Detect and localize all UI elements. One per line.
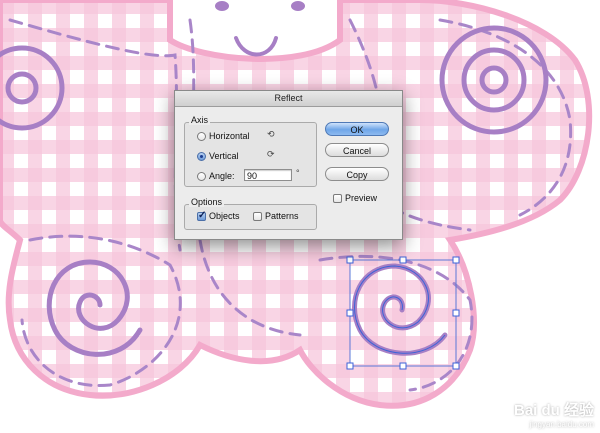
- patterns-checkbox[interactable]: [253, 211, 262, 221]
- reflect-dialog: Reflect Axis Horizontal ⟲ Vertical ⟳ Ang…: [174, 90, 403, 240]
- horizontal-radio-option[interactable]: Horizontal: [197, 131, 250, 141]
- degree-symbol: °: [296, 168, 300, 178]
- vertical-radio[interactable]: [197, 151, 206, 161]
- vertical-label: Vertical: [209, 151, 239, 161]
- preview-checkbox[interactable]: [333, 193, 342, 203]
- angle-label: Angle:: [209, 171, 235, 181]
- preview-checkbox-option[interactable]: Preview: [333, 193, 377, 203]
- options-group-label: Options: [189, 197, 225, 207]
- horizontal-radio[interactable]: [197, 131, 206, 141]
- objects-checkbox-option[interactable]: Objects: [197, 210, 240, 221]
- smiley-face: [215, 1, 305, 57]
- reflect-horizontal-icon: ⟲: [267, 129, 275, 139]
- watermark-site: jingyan.baidu.com: [529, 420, 594, 429]
- patterns-checkbox-option[interactable]: Patterns: [253, 211, 299, 221]
- cancel-button[interactable]: Cancel: [325, 143, 389, 157]
- ok-button[interactable]: OK: [325, 122, 389, 136]
- reflect-vertical-icon: ⟳: [267, 149, 275, 159]
- baidu-watermark: Bai du 经验 jingyan.baidu.com: [514, 399, 594, 429]
- copy-button[interactable]: Copy: [325, 167, 389, 181]
- watermark-brand: Bai du 经验: [513, 402, 594, 419]
- angle-radio-option[interactable]: Angle:: [197, 171, 235, 181]
- angle-radio[interactable]: [197, 171, 206, 181]
- objects-checkbox[interactable]: [197, 210, 206, 221]
- axis-group-label: Axis: [189, 115, 211, 125]
- preview-label: Preview: [345, 193, 378, 203]
- horizontal-label: Horizontal: [209, 131, 250, 141]
- vertical-radio-option[interactable]: Vertical: [197, 151, 239, 161]
- patterns-label: Patterns: [265, 211, 299, 221]
- angle-input[interactable]: 90: [244, 169, 292, 181]
- dialog-title: Reflect: [175, 91, 402, 107]
- objects-label: Objects: [209, 211, 240, 221]
